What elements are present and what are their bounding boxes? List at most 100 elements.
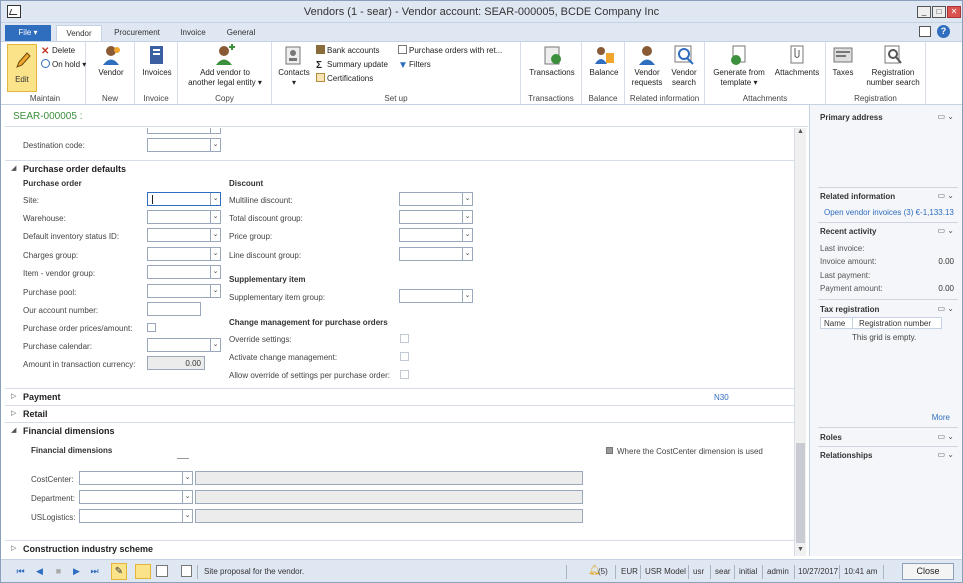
field-top-partial[interactable]: ⌄ (147, 128, 221, 134)
minimize-button[interactable]: _ (917, 6, 931, 18)
invoices-button[interactable]: Invoices (139, 44, 175, 78)
destination-code-field[interactable]: ⌄ (147, 138, 221, 152)
purchase-calendar-field[interactable]: ⌄ (147, 338, 221, 352)
vendor-requests-button[interactable]: Vendor requests (629, 44, 665, 88)
close-window-button[interactable]: ✕ (947, 6, 961, 18)
currency[interactable]: EUR (621, 567, 638, 576)
window-layout-icon[interactable] (919, 26, 931, 37)
destination-code-label: Destination code: (23, 141, 85, 150)
factbox-menu-icon[interactable]: ▭ ⌄ (938, 450, 954, 459)
open-vendor-invoices-link[interactable]: Open vendor invoices (3) €-1,133.13 (824, 208, 954, 217)
factbox-menu-icon[interactable]: ▭ ⌄ (938, 432, 954, 441)
next-record-icon[interactable]: ▶ (71, 566, 82, 577)
multiline-discount-field[interactable]: ⌄ (399, 192, 473, 206)
edit-button[interactable]: Edit (7, 44, 37, 92)
factbox-menu-icon[interactable]: ▭ ⌄ (938, 304, 954, 313)
vendor-search-button[interactable]: Vendor search (667, 44, 701, 88)
total-discount-group-field[interactable]: ⌄ (399, 210, 473, 224)
scroll-down-icon[interactable]: ▼ (796, 546, 805, 556)
attachments-button[interactable]: Attachments (771, 44, 823, 78)
first-record-icon[interactable]: ⏮ (15, 566, 26, 577)
delete-button[interactable]: ✕ Delete (41, 45, 75, 57)
supplementary-item-group-field[interactable]: ⌄ (399, 289, 473, 303)
item-vendor-group-field[interactable]: ⌄ (147, 265, 221, 279)
uslogistics-field[interactable]: ⌄ (79, 509, 193, 523)
line-discount-group-field[interactable]: ⌄ (399, 247, 473, 261)
price-group-field[interactable]: ⌄ (399, 228, 473, 242)
tab-file[interactable]: File ▾ (5, 25, 51, 41)
roles-heading[interactable]: Roles (820, 433, 842, 442)
factbox-menu-icon[interactable]: ▭ ⌄ (938, 226, 954, 235)
inventory-status-field[interactable]: ⌄ (147, 228, 221, 242)
override-settings-checkbox[interactable] (400, 334, 409, 343)
chevron-down-icon: ⌄ (462, 248, 472, 260)
department-field[interactable]: ⌄ (79, 490, 193, 504)
fasttab-payment[interactable]: ▷ Payment N30 (5, 388, 794, 405)
balance-button[interactable]: Balance (586, 44, 622, 78)
fasttab-retail[interactable]: ▷ Retail (5, 405, 794, 422)
charges-group-field[interactable]: ⌄ (147, 247, 221, 261)
expand-icon: ▷ (11, 410, 17, 417)
col-name-header[interactable]: Name (824, 319, 845, 328)
summary-update-button[interactable]: Σ Summary update (316, 59, 388, 71)
col-registration-number-header[interactable]: Registration number (859, 319, 931, 328)
generate-from-template-button[interactable]: Generate from template ▾ (707, 44, 771, 88)
our-account-number-field[interactable] (147, 302, 201, 316)
scroll-up-icon[interactable]: ▲ (796, 128, 805, 138)
more-link[interactable]: More (932, 413, 950, 422)
group-related-information: Vendor requests Vendor search Related in… (625, 42, 705, 105)
chevron-down-icon: ⌄ (210, 229, 220, 241)
tab-vendor[interactable]: Vendor (56, 25, 102, 41)
vendor-requests-label-1: Vendor (634, 68, 660, 77)
maximize-button[interactable]: □ (932, 6, 946, 18)
delete-label: Delete (52, 46, 76, 55)
tab-general[interactable]: General (219, 25, 263, 41)
group-transactions: Transactions Transactions (521, 42, 582, 105)
vertical-scrollbar[interactable]: ▲ ▼ (794, 128, 806, 556)
purchase-orders-with-ret-button[interactable]: Purchase orders with ret... (398, 45, 502, 57)
po-prices-amount-checkbox[interactable] (147, 323, 156, 332)
transactions-button[interactable]: Transactions (525, 44, 579, 78)
previous-record-icon[interactable]: ◀ (34, 566, 45, 577)
warehouse-field[interactable]: ⌄ (147, 210, 221, 224)
new-vendor-button[interactable]: Vendor (94, 44, 128, 78)
last-record-icon[interactable]: ⏭ (89, 566, 100, 577)
payment-amount-value: 0.00 (938, 284, 954, 293)
alerts-count[interactable]: (5) (598, 567, 608, 576)
factbox-menu-icon[interactable]: ▭ ⌄ (938, 112, 954, 121)
costcenter-note-checkbox[interactable] (606, 447, 613, 454)
tab-file-label: File (18, 28, 32, 37)
add-vendor-legal-entity-button[interactable]: Add vendor to another legal entity ▾ (182, 44, 268, 88)
registration-number-search-button[interactable]: Registration number search (862, 44, 924, 88)
fasttab-financial-dimensions[interactable]: ◢ Financial dimensions (5, 422, 794, 439)
bank-accounts-button[interactable]: Bank accounts (316, 45, 379, 57)
grid-view-icon[interactable] (135, 564, 151, 579)
taxes-button[interactable]: Taxes (828, 44, 858, 78)
edit-mode-icon[interactable]: ✎ (111, 563, 127, 580)
tab-procurement[interactable]: Procurement (105, 25, 169, 41)
help-icon[interactable]: ? (937, 25, 950, 38)
site-field[interactable]: ⌄ (147, 192, 221, 206)
scrollbar-thumb[interactable] (796, 443, 805, 543)
certifications-button[interactable]: Certifications (316, 73, 373, 85)
factbox-pane: Primary address ▭ ⌄ Related information … (809, 105, 962, 556)
costcenter-field[interactable]: ⌄ (79, 471, 193, 485)
model: USR Model (645, 567, 686, 576)
activate-change-mgmt-checkbox[interactable] (400, 352, 409, 361)
fasttab-construction-industry-scheme[interactable]: ▷ Construction industry scheme (5, 540, 794, 556)
stop-icon[interactable]: ■ (53, 566, 64, 577)
details-view-icon[interactable] (156, 565, 168, 577)
relationships-heading[interactable]: Relationships (820, 451, 872, 460)
factbox-menu-icon[interactable]: ▭ ⌄ (938, 191, 954, 200)
company[interactable]: usr (693, 567, 704, 576)
supplementary-item-group-label: Supplementary item group: (229, 293, 326, 302)
fasttab-purchase-order-defaults[interactable]: ◢ Purchase order defaults (5, 160, 794, 177)
contacts-button[interactable]: Contacts ▾ (276, 44, 312, 88)
filters-button[interactable]: ▼Filters (398, 59, 431, 71)
document-icon[interactable] (181, 565, 192, 577)
close-button[interactable]: Close (902, 563, 954, 580)
on-hold-button[interactable]: On hold ▾ (41, 59, 86, 71)
purchase-pool-field[interactable]: ⌄ (147, 284, 221, 298)
tab-invoice[interactable]: Invoice (173, 25, 213, 41)
allow-override-checkbox[interactable] (400, 370, 409, 379)
